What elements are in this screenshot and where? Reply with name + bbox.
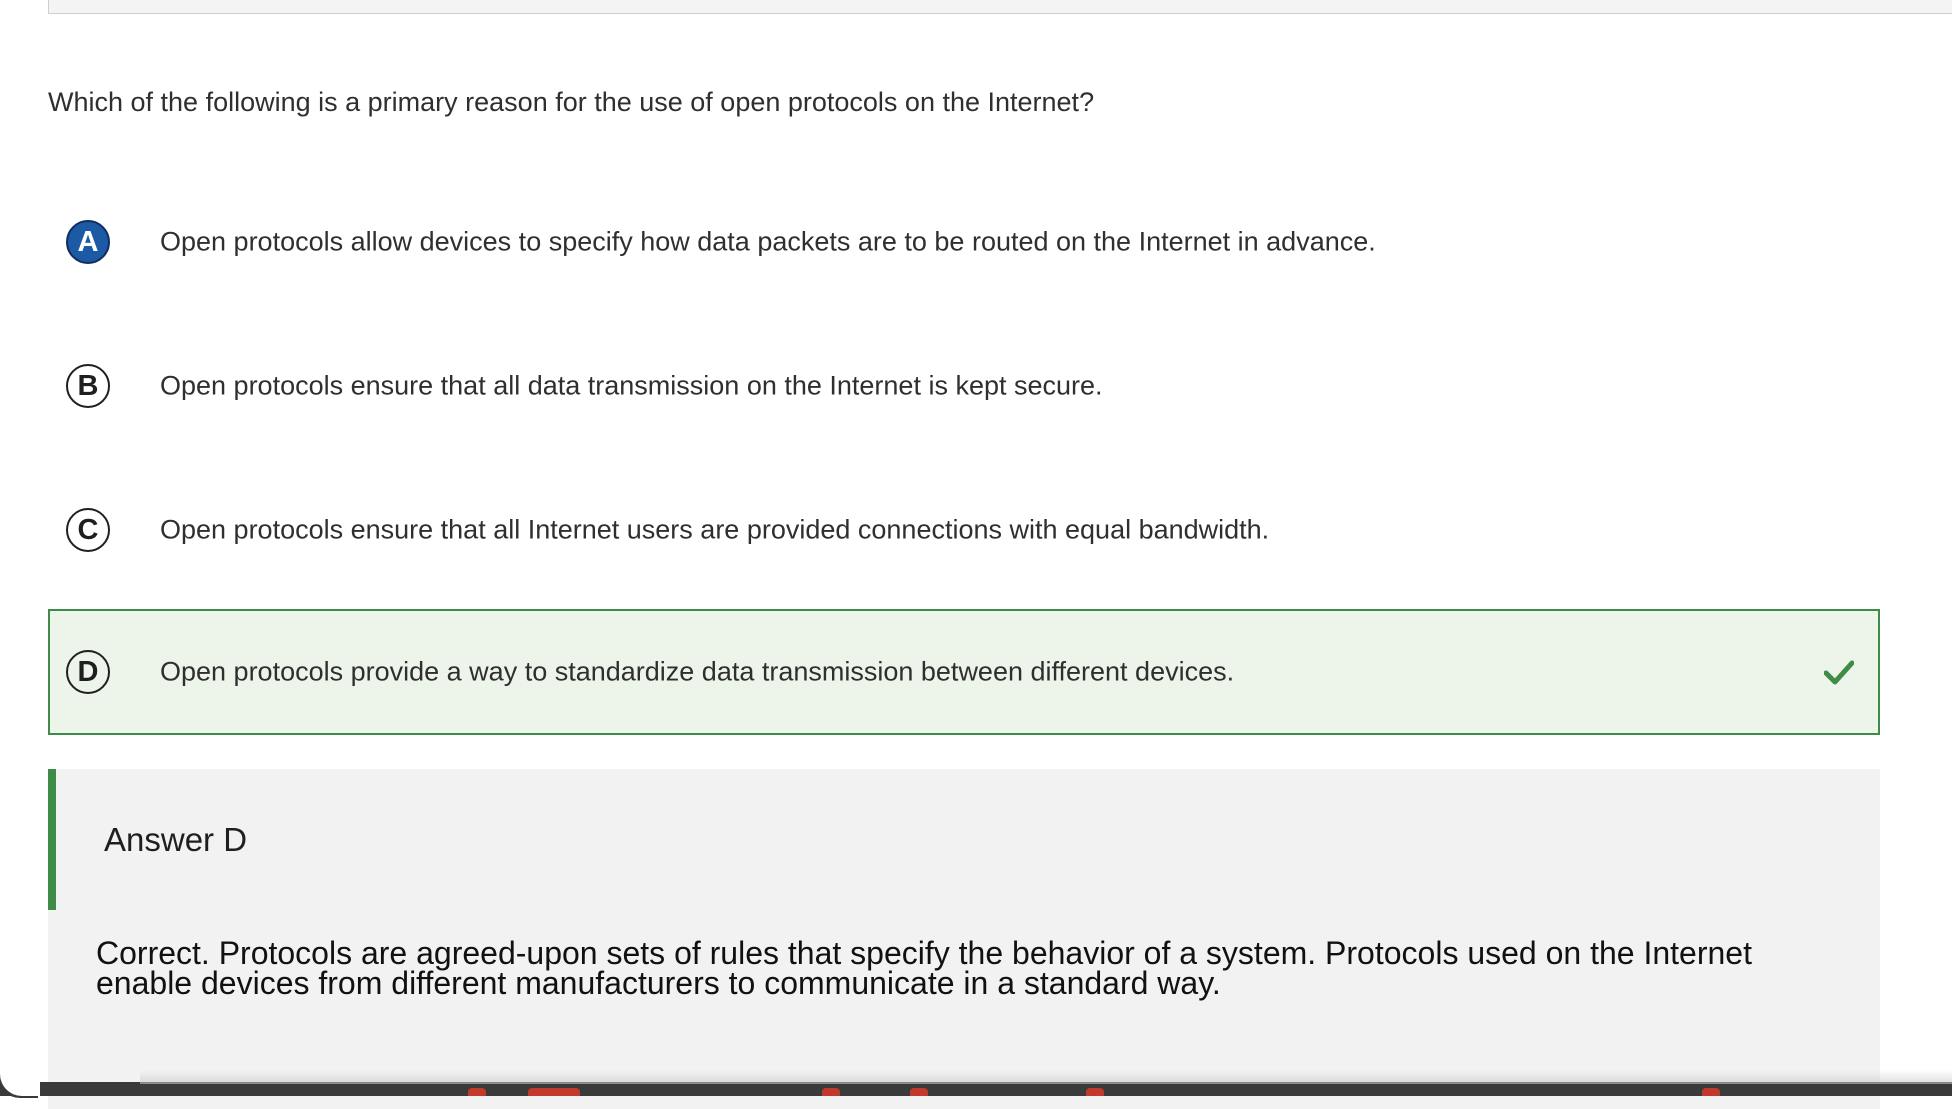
previous-panel-edge [48,0,1952,14]
option-b-text: Open protocols ensure that all data tran… [160,370,1103,401]
option-a-letter-badge: A [66,220,110,264]
answer-label: Answer D [104,821,248,858]
window-bottom-edge [0,1082,1952,1096]
option-b[interactable]: B Open protocols ensure that all data tr… [48,323,1880,449]
option-b-letter-badge: B [66,364,110,408]
feedback-accent-bar [48,769,56,910]
option-d[interactable]: D Open protocols provide a way to standa… [48,609,1880,735]
option-d-letter-badge: D [66,650,110,694]
dock-indicator [1086,1088,1104,1096]
option-d-text: Open protocols provide a way to standard… [160,656,1235,687]
option-a-text: Open protocols allow devices to specify … [160,226,1376,257]
question-text: Which of the following is a primary reas… [48,87,1095,117]
option-a[interactable]: A Open protocols allow devices to specif… [48,179,1880,305]
option-c-letter-badge: C [66,508,110,552]
dock-indicator [468,1088,486,1096]
window-bottom-shadow [140,1070,1952,1084]
option-c-text: Open protocols ensure that all Internet … [160,514,1270,545]
dock-indicator [528,1088,580,1096]
checkmark-icon [1824,660,1854,685]
option-c[interactable]: C Open protocols ensure that all Interne… [48,467,1880,593]
dock-indicator [822,1088,840,1096]
dock-indicator [910,1088,928,1096]
dock-indicator [1702,1088,1720,1096]
answer-explanation: Correct. Protocols are agreed-upon sets … [96,935,1752,1001]
feedback-panel: Answer D Correct. Protocols are agreed-u… [48,769,1880,1109]
